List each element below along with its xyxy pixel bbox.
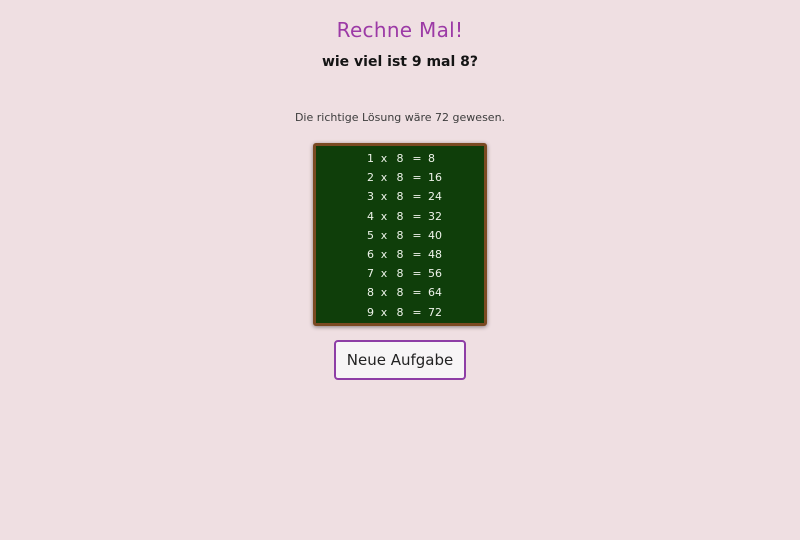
factor-b: 8 bbox=[396, 209, 404, 223]
factor-b: 8 bbox=[396, 228, 404, 242]
factor-b: 8 bbox=[396, 267, 404, 281]
new-task-button[interactable]: Neue Aufgabe bbox=[334, 340, 466, 380]
factor-a: 6 bbox=[367, 248, 374, 262]
equals-sign: = bbox=[412, 305, 422, 319]
table-row: 9 x 8 = 72 bbox=[316, 303, 484, 322]
factor-a: 1 bbox=[367, 152, 374, 166]
product: 16 bbox=[428, 171, 442, 185]
factor-a: 5 bbox=[367, 228, 374, 242]
times-sign: x bbox=[380, 171, 388, 185]
times-sign: x bbox=[380, 305, 388, 319]
product: 8 bbox=[428, 152, 435, 166]
table-row: 5 x 8 = 40 bbox=[316, 226, 484, 245]
factor-a: 4 bbox=[367, 209, 374, 223]
factor-b: 8 bbox=[396, 286, 404, 300]
times-sign: x bbox=[380, 267, 388, 281]
product: 24 bbox=[428, 190, 442, 204]
table-row: 2 x 8 = 16 bbox=[316, 168, 484, 187]
multiplication-blackboard: 1 x 8 = 8 2 x 8 = 16 3 x 8 = 24 4 x 8 = … bbox=[313, 143, 487, 326]
equals-sign: = bbox=[412, 152, 422, 166]
table-row: 3 x 8 = 24 bbox=[316, 187, 484, 206]
times-sign: x bbox=[380, 152, 388, 166]
solution-text: Die richtige Lösung wäre 72 gewesen. bbox=[294, 111, 506, 124]
table-row: 8 x 8 = 64 bbox=[316, 283, 484, 302]
product: 56 bbox=[428, 267, 442, 281]
table-row: 7 x 8 = 56 bbox=[316, 264, 484, 283]
question-text: wie viel ist 9 mal 8? bbox=[321, 54, 479, 70]
product: 72 bbox=[428, 305, 442, 319]
times-sign: x bbox=[380, 209, 388, 223]
times-sign: x bbox=[380, 190, 388, 204]
factor-b: 8 bbox=[396, 305, 404, 319]
factor-a: 7 bbox=[367, 267, 374, 281]
table-row: 1 x 8 = 8 bbox=[316, 149, 484, 168]
factor-b: 8 bbox=[396, 190, 404, 204]
factor-b: 8 bbox=[396, 152, 404, 166]
factor-b: 8 bbox=[396, 248, 404, 262]
factor-a: 2 bbox=[367, 171, 374, 185]
equals-sign: = bbox=[412, 248, 422, 262]
factor-b: 8 bbox=[396, 171, 404, 185]
equals-sign: = bbox=[412, 286, 422, 300]
table-row: 6 x 8 = 48 bbox=[316, 245, 484, 264]
times-sign: x bbox=[380, 286, 388, 300]
product: 40 bbox=[428, 228, 442, 242]
table-row: 4 x 8 = 32 bbox=[316, 207, 484, 226]
page-title: Rechne Mal! bbox=[336, 18, 464, 42]
factor-a: 8 bbox=[367, 286, 374, 300]
times-sign: x bbox=[380, 248, 388, 262]
equals-sign: = bbox=[412, 209, 422, 223]
equals-sign: = bbox=[412, 190, 422, 204]
product: 32 bbox=[428, 209, 442, 223]
factor-a: 9 bbox=[367, 305, 374, 319]
equals-sign: = bbox=[412, 267, 422, 281]
equals-sign: = bbox=[412, 228, 422, 242]
equals-sign: = bbox=[412, 171, 422, 185]
times-sign: x bbox=[380, 228, 388, 242]
product: 64 bbox=[428, 286, 442, 300]
product: 48 bbox=[428, 248, 442, 262]
factor-a: 3 bbox=[367, 190, 374, 204]
